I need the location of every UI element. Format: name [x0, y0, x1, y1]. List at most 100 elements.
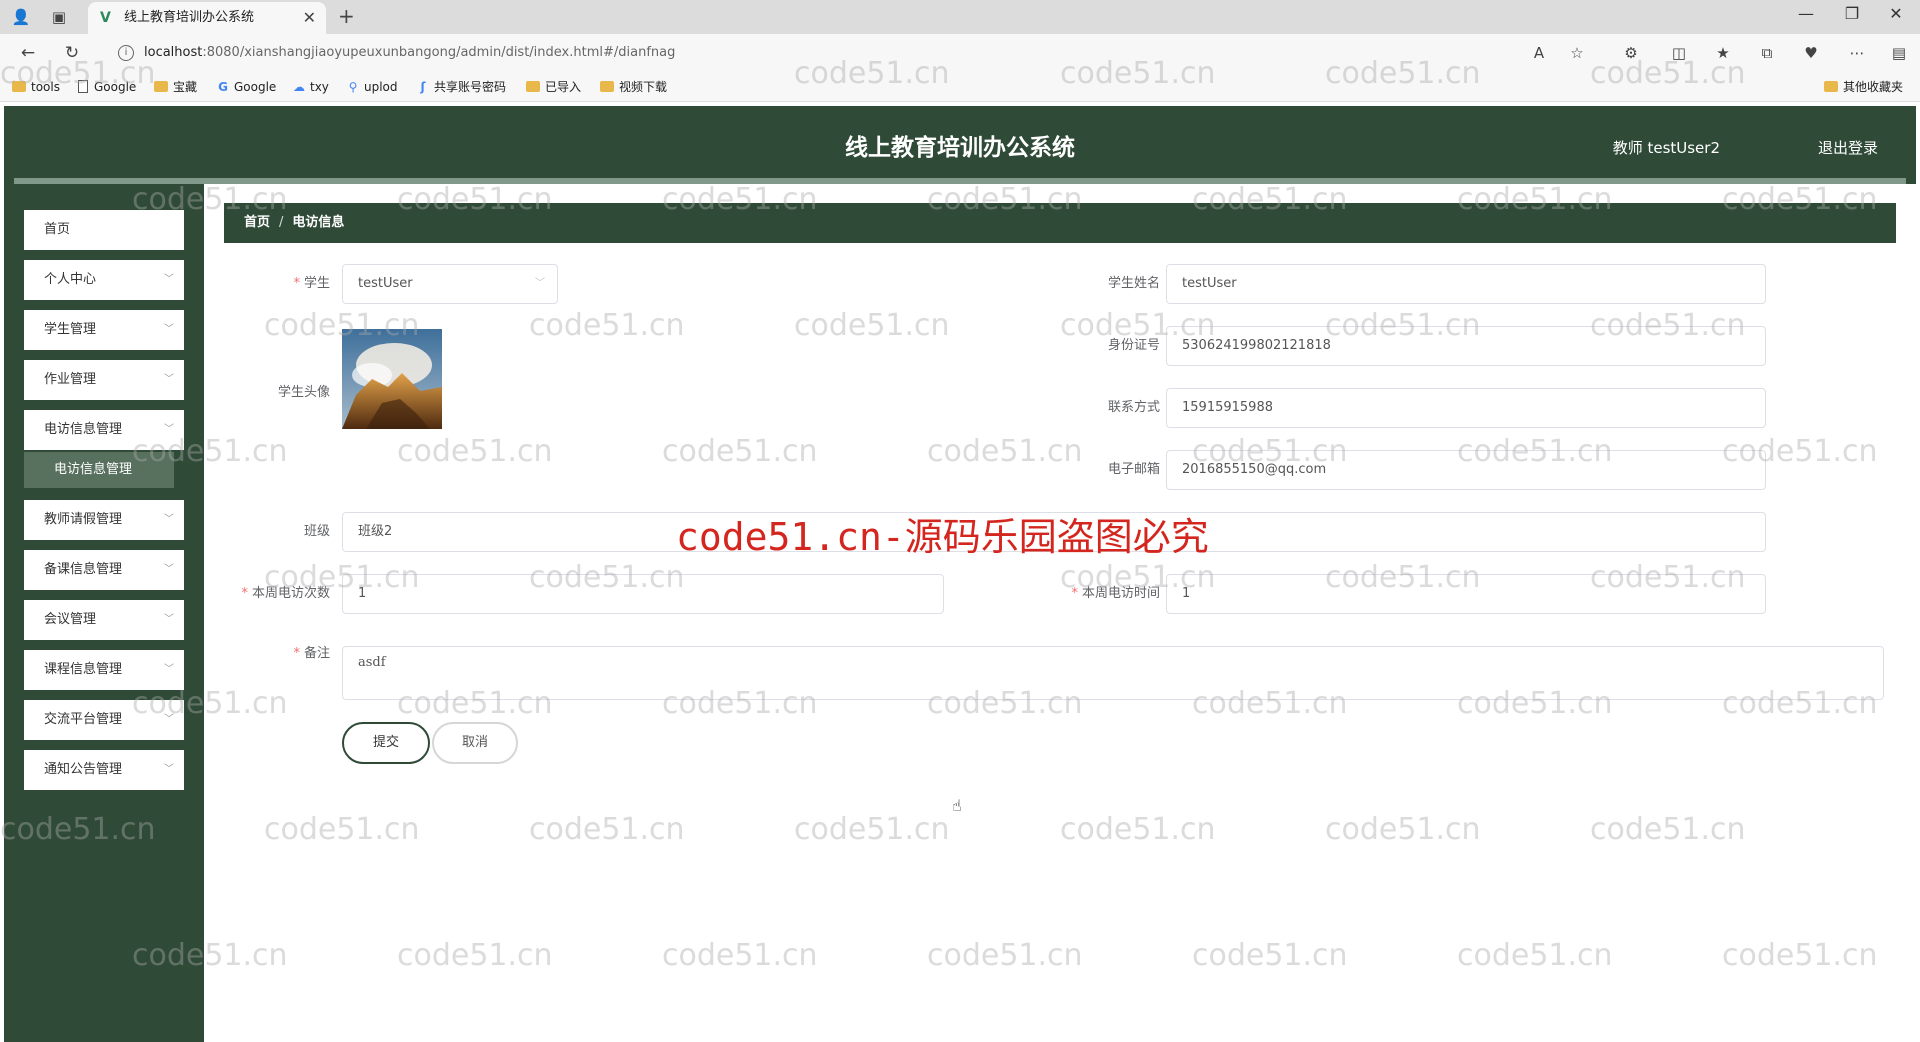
- breadcrumb-separator: /: [279, 215, 284, 230]
- favorites-icon[interactable]: ★: [1712, 44, 1734, 62]
- close-window-icon[interactable]: ✕: [1876, 4, 1916, 23]
- app-root: 线上教育培训办公系统 教师 testUser2 退出登录 首页 个人中心 ﹀ 学生…: [4, 106, 1916, 1042]
- address-bar[interactable]: i localhost:8080/xianshangjiaoyupeuxunban…: [104, 38, 1594, 68]
- tab-actions-icon[interactable]: ▣: [48, 6, 70, 28]
- sidebar-item-home[interactable]: 首页: [24, 210, 184, 250]
- new-tab-icon[interactable]: +: [338, 4, 355, 28]
- url-host: localhost: [144, 45, 203, 60]
- folder-icon: [526, 81, 540, 92]
- chevron-down-icon: ﹀: [164, 764, 174, 775]
- current-user: 教师 testUser2: [1612, 139, 1720, 157]
- app-header: 线上教育培训办公系统 教师 testUser2 退出登录: [14, 112, 1906, 184]
- remark-label: * 备注: [293, 646, 330, 661]
- id-label: 身份证号: [1107, 338, 1160, 353]
- visits-count-field[interactable]: 1: [342, 574, 944, 614]
- collections-icon[interactable]: ⧉: [1756, 44, 1778, 62]
- reload-icon[interactable]: ↻: [60, 42, 84, 64]
- hand-cursor-icon: ☝: [952, 796, 962, 815]
- extensions-icon[interactable]: ⚙: [1620, 44, 1642, 62]
- remark-textarea[interactable]: asdf: [342, 646, 1884, 700]
- student-avatar-image: [342, 329, 442, 429]
- bookmark-video-download[interactable]: 视频下载: [600, 78, 667, 96]
- bookmark-shared-accounts[interactable]: ʃ 共享账号密码: [416, 78, 507, 96]
- upload-icon: ⚲: [348, 80, 358, 94]
- page-icon: [78, 80, 88, 93]
- sidebar-item-lesson-prep[interactable]: 备课信息管理 ﹀: [24, 550, 184, 590]
- read-aloud-icon[interactable]: A: [1528, 44, 1550, 62]
- logout-link[interactable]: 退出登录: [1818, 112, 1878, 184]
- browser-essentials-icon[interactable]: ♥: [1800, 44, 1822, 62]
- tab-title: 线上教育培训办公系统: [124, 10, 255, 25]
- bookmarks-bar: tools Google 宝藏 G Google ☁ txy ⚲ uplod ʃ 共享账…: [0, 72, 1920, 102]
- minimize-icon[interactable]: —: [1786, 4, 1826, 23]
- breadcrumb-current: 电访信息: [292, 215, 345, 230]
- bookmark-google[interactable]: Google: [78, 78, 136, 96]
- folder-icon: [12, 81, 26, 92]
- visits-label: * 本周电访次数: [241, 586, 330, 601]
- sidebar-item-meeting-management[interactable]: 会议管理 ﹀: [24, 600, 184, 640]
- more-menu-icon[interactable]: ⋯: [1846, 44, 1868, 62]
- breadcrumb-home[interactable]: 首页: [244, 215, 270, 230]
- split-screen-icon[interactable]: ◫: [1668, 44, 1690, 62]
- bookmark-app-icon: ʃ: [420, 80, 426, 94]
- site-info-icon[interactable]: i: [118, 44, 134, 61]
- sidebar-toggle-icon[interactable]: ▤: [1888, 44, 1910, 62]
- url-path: :8080/xianshangjiaoyupeuxunbangong/admin…: [202, 45, 676, 60]
- sidebar-item-notice-management[interactable]: 通知公告管理 ﹀: [24, 750, 184, 790]
- folder-icon: [154, 81, 168, 92]
- breadcrumb: 首页 / 电访信息: [224, 203, 1896, 243]
- sidebar-item-homework-management[interactable]: 作业管理 ﹀: [24, 360, 184, 400]
- sidebar-item-teacher-leave[interactable]: 教师请假管理 ﹀: [24, 500, 184, 540]
- chevron-down-icon: ﹀: [164, 614, 174, 625]
- phone-label: 联系方式: [1107, 400, 1160, 415]
- bookmark-uplod[interactable]: ⚲ uplod: [346, 78, 398, 96]
- chevron-down-icon: ﹀: [535, 278, 545, 289]
- visit-time-field[interactable]: 1: [1166, 574, 1766, 614]
- favorite-star-icon[interactable]: ☆: [1566, 44, 1588, 62]
- student-name-label: 学生姓名: [1107, 276, 1160, 291]
- cancel-button[interactable]: 取消: [432, 722, 518, 764]
- sidebar-item-call-info-management[interactable]: 电访信息管理 ﹀: [24, 410, 184, 450]
- sidebar: 首页 个人中心 ﹀ 学生管理 ﹀ 作业管理 ﹀ 电访信息管理 ﹀ 电访信息管理 教师请假…: [4, 190, 204, 1042]
- chevron-down-icon: ﹀: [164, 664, 174, 675]
- chevron-down-icon: ﹀: [164, 514, 174, 525]
- copyright-banner: code51.cn-源码乐园盗图必究: [676, 515, 1209, 559]
- sidebar-item-forum-management[interactable]: 交流平台管理 ﹀: [24, 700, 184, 740]
- browser-tab[interactable]: V 线上教育培训办公系统 ✕: [88, 2, 326, 34]
- google-icon: G: [218, 80, 228, 94]
- cloud-icon: ☁: [293, 80, 305, 94]
- email-field[interactable]: 2016855150@qq.com: [1166, 450, 1766, 490]
- id-number-field[interactable]: 530624199802121818: [1166, 326, 1766, 366]
- mountain-photo-icon: [342, 329, 442, 429]
- avatar-label: 学生头像: [277, 385, 330, 400]
- bookmark-google-2[interactable]: G Google: [216, 78, 276, 96]
- bookmark-imported[interactable]: 已导入: [526, 78, 581, 96]
- vue-favicon-icon: V: [100, 10, 111, 26]
- bookmark-treasure[interactable]: 宝藏: [154, 78, 197, 96]
- chevron-down-icon: ﹀: [164, 324, 174, 335]
- class-label: 班级: [303, 524, 330, 539]
- restore-icon[interactable]: ❐: [1832, 4, 1872, 23]
- student-label: * 学生: [293, 276, 330, 291]
- student-select[interactable]: testUser ﹀: [342, 264, 558, 304]
- chevron-down-icon: ﹀: [164, 274, 174, 285]
- sidebar-item-student-management[interactable]: 学生管理 ﹀: [24, 310, 184, 350]
- visit-time-label: * 本周电访时间: [1071, 586, 1160, 601]
- student-name-field[interactable]: testUser: [1166, 264, 1766, 304]
- close-tab-icon[interactable]: ✕: [303, 3, 316, 33]
- back-icon[interactable]: ←: [16, 42, 40, 64]
- chevron-down-icon: ﹀: [164, 374, 174, 385]
- sidebar-item-course-info[interactable]: 课程信息管理 ﹀: [24, 650, 184, 690]
- sidebar-subitem-call-info-management[interactable]: 电访信息管理: [24, 452, 174, 488]
- sidebar-item-personal-center[interactable]: 个人中心 ﹀: [24, 260, 184, 300]
- bookmark-other[interactable]: 其他收藏夹: [1824, 78, 1903, 96]
- profile-icon[interactable]: 👤: [10, 6, 32, 28]
- phone-field[interactable]: 15915915988: [1166, 388, 1766, 428]
- chevron-down-icon: ﹀: [164, 424, 174, 435]
- bookmark-tools[interactable]: tools: [12, 78, 60, 96]
- main-content: 首页 / 电访信息 * 学生 testUser ﹀ 学生头像 班级 班级2 * …: [204, 184, 1916, 1042]
- chevron-down-icon: ﹀: [164, 564, 174, 575]
- folder-icon: [1824, 81, 1838, 92]
- submit-button[interactable]: 提交: [342, 722, 430, 764]
- bookmark-txy[interactable]: ☁ txy: [292, 78, 329, 96]
